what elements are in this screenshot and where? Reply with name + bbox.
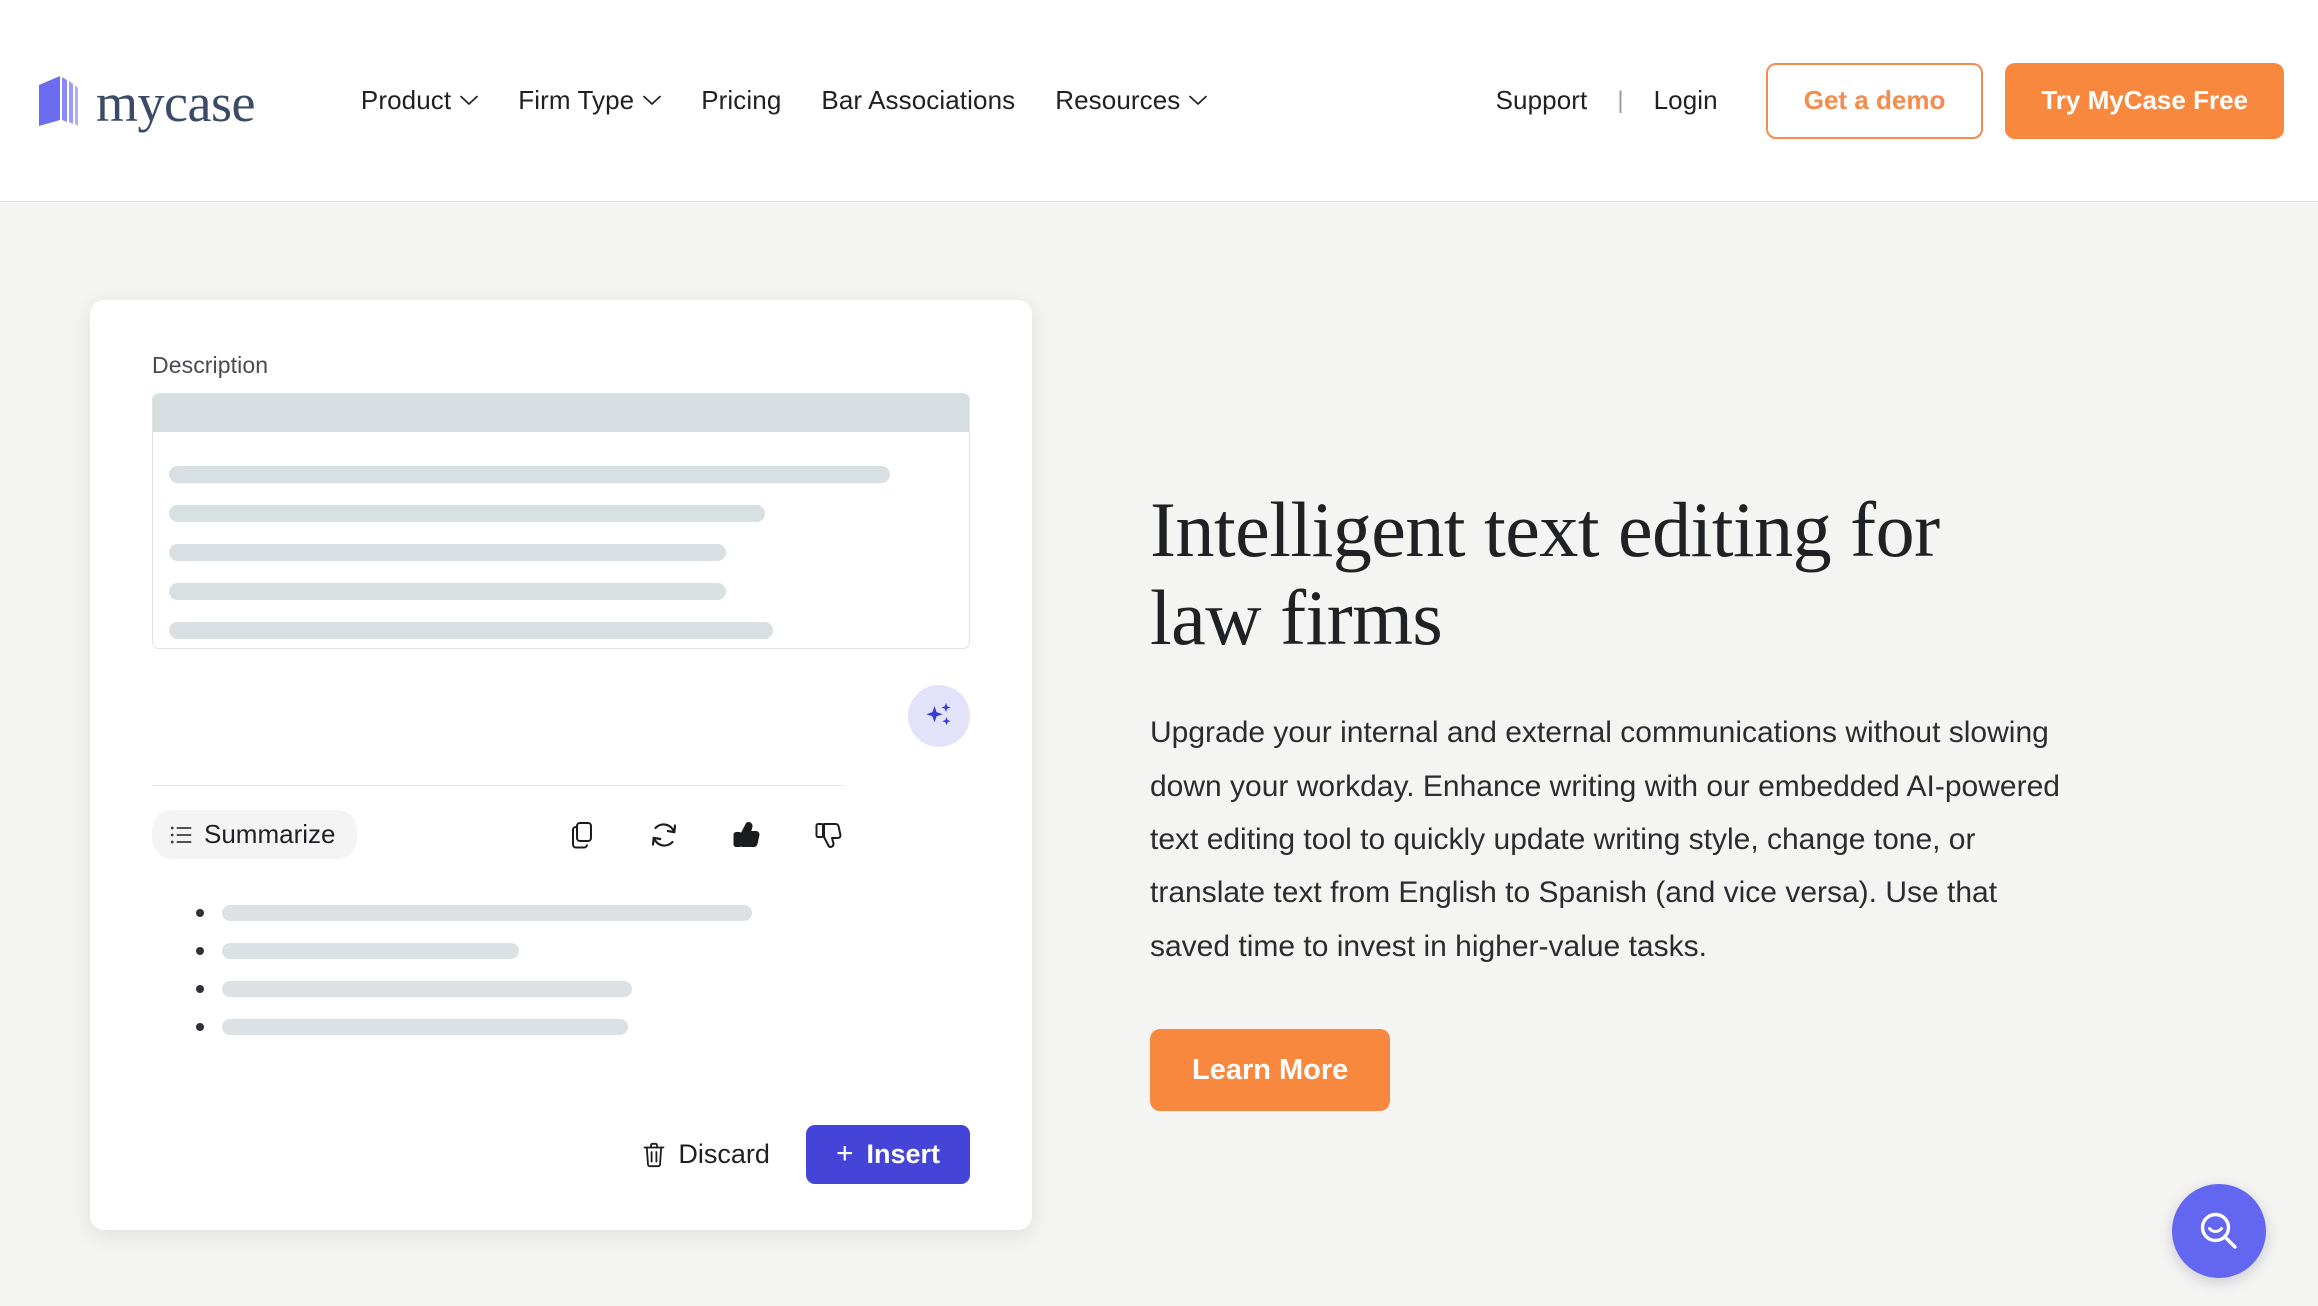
summarize-label: Summarize: [204, 819, 336, 849]
placeholder-line: [222, 1019, 628, 1035]
copy-icon: [567, 820, 597, 850]
nav-item-label: Pricing: [701, 85, 782, 115]
description-editor[interactable]: [152, 393, 970, 649]
chevron-down-icon: [1189, 95, 1208, 106]
bullet-dot: [196, 1023, 204, 1031]
placeholder-line: [222, 943, 519, 959]
get-a-demo-button[interactable]: Get a demo: [1765, 62, 1984, 139]
regenerate-icon: [649, 820, 679, 850]
card-footer-actions: Discard + Insert: [152, 1125, 970, 1184]
ai-result-toolbar: Summarize: [152, 810, 844, 859]
nav-item-label: Firm Type: [518, 85, 635, 115]
nav-item-product[interactable]: Product: [341, 75, 498, 126]
thumbs-down-icon: [813, 820, 843, 850]
response-actions: [566, 819, 844, 851]
summarize-button[interactable]: Summarize: [152, 810, 358, 859]
regenerate-button[interactable]: [648, 819, 680, 851]
hero-section: Description Summarize Discard + Insert I…: [0, 202, 2318, 1306]
ai-assist-row: [152, 685, 970, 747]
chevron-down-icon: [460, 95, 479, 106]
nav-item-label: Resources: [1055, 85, 1181, 115]
nav-item-firm-type[interactable]: Firm Type: [498, 75, 681, 126]
chevron-down-icon: [643, 95, 662, 106]
placeholder-line: [222, 905, 752, 921]
bullet-dot: [196, 947, 204, 955]
book-icon: [36, 73, 82, 129]
hero-copy-column: Intelligent text editing for law firms U…: [1150, 202, 2170, 1112]
nav-item-label: Support: [1495, 85, 1588, 115]
nav-item-support[interactable]: Support: [1476, 75, 1608, 126]
nav-item-resources[interactable]: Resources: [1035, 75, 1227, 126]
page-title: Intelligent text editing for law firms: [1150, 486, 1940, 662]
placeholder-line: [169, 544, 726, 561]
brand-wordmark: mycase: [96, 72, 255, 133]
insert-label: Insert: [866, 1139, 940, 1169]
trash-icon: [642, 1142, 666, 1168]
thumbs-down-button[interactable]: [812, 819, 844, 851]
placeholder-line: [169, 583, 726, 600]
nav-separator: |: [1617, 86, 1624, 114]
placeholder-line: [222, 981, 632, 997]
thumbs-up-icon: [731, 820, 761, 850]
main-navigation: Product Firm Type Pricing Bar Associatio…: [341, 75, 1228, 126]
search-widget-button[interactable]: [2172, 1184, 2266, 1278]
discard-button[interactable]: Discard: [640, 1133, 772, 1176]
nav-item-pricing[interactable]: Pricing: [681, 75, 801, 126]
description-field-label: Description: [152, 352, 269, 378]
bullet-dot: [196, 909, 204, 917]
search-smile-icon: [2194, 1206, 2244, 1256]
login-link[interactable]: Login: [1634, 75, 1738, 126]
copy-button[interactable]: [566, 819, 598, 851]
placeholder-line: [169, 505, 765, 522]
try-mycase-free-button[interactable]: Try MyCase Free: [2005, 62, 2284, 139]
header-actions: Support | Login Get a demo Try MyCase Fr…: [1476, 62, 2284, 139]
ai-sparkle-button[interactable]: [908, 685, 970, 747]
list-icon: [170, 824, 192, 846]
placeholder-line: [169, 622, 773, 639]
discard-label: Discard: [678, 1139, 770, 1169]
site-header: mycase Product Firm Type Pricing Bar Ass…: [0, 0, 2318, 202]
sparkles-icon: [922, 699, 956, 733]
ai-text-editing-card: Description Summarize Discard + Insert: [90, 300, 1032, 1230]
learn-more-button[interactable]: Learn More: [1150, 1029, 1391, 1112]
insert-button[interactable]: + Insert: [805, 1125, 970, 1184]
list-item: [196, 943, 970, 959]
hero-visual-column: Description Summarize Discard + Insert: [0, 202, 1150, 1230]
summary-bullet-list: [152, 905, 970, 1035]
list-item: [196, 1019, 970, 1035]
nav-item-label: Bar Associations: [821, 85, 1016, 115]
card-divider: [152, 785, 844, 786]
placeholder-line: [169, 466, 891, 483]
brand-logo[interactable]: mycase: [36, 72, 255, 133]
thumbs-up-button[interactable]: [730, 819, 762, 851]
plus-icon: +: [835, 1136, 854, 1170]
editor-content: [153, 432, 969, 639]
hero-description: Upgrade your internal and external commu…: [1150, 716, 2060, 963]
list-item: [196, 905, 970, 921]
editor-toolbar-bar: [153, 394, 969, 432]
nav-item-bar-associations[interactable]: Bar Associations: [801, 75, 1035, 126]
list-item: [196, 981, 970, 997]
bullet-dot: [196, 985, 204, 993]
nav-item-label: Product: [360, 85, 452, 115]
